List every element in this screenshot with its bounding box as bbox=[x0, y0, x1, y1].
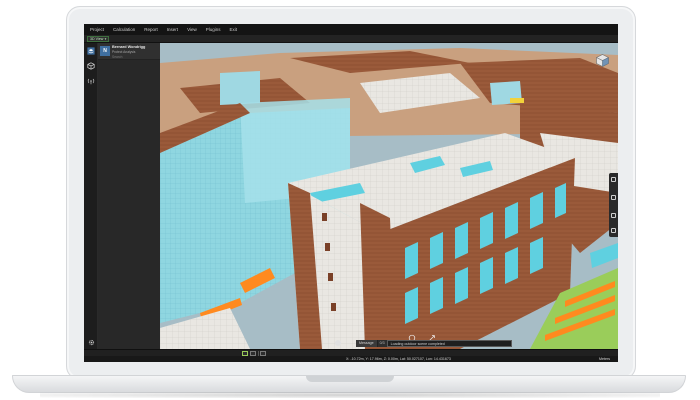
menu-insert[interactable]: Insert bbox=[167, 24, 178, 35]
units-selector[interactable]: Meters bbox=[599, 357, 610, 361]
navigation-cube-icon[interactable] bbox=[595, 53, 610, 68]
message-bar: Message 0/3 Loading outdoor scene comple… bbox=[356, 340, 512, 347]
menu-plugins[interactable]: Plugins bbox=[206, 24, 221, 35]
pan-icon[interactable] bbox=[611, 213, 616, 218]
cube-icon[interactable] bbox=[87, 62, 95, 70]
menu-report[interactable]: Report bbox=[144, 24, 158, 35]
coordinate-readout: X: -10.72m, Y: 17.96m, Z: 0.00m, Lat: 50… bbox=[346, 356, 451, 361]
view-selector[interactable]: 3D View ▼ bbox=[87, 36, 109, 42]
view-selector-label: 3D View bbox=[90, 37, 104, 41]
gear-icon[interactable] bbox=[88, 339, 95, 346]
status-bar: X: -10.72m, Y: 17.96m, Z: 0.00m, Lat: 50… bbox=[84, 356, 618, 362]
laptop-shadow bbox=[40, 392, 660, 398]
viewport-side-toolbar bbox=[609, 173, 618, 237]
message-count: 0/3 bbox=[377, 340, 387, 347]
menu-project[interactable]: Project bbox=[90, 24, 104, 35]
menu-exit[interactable]: Exit bbox=[230, 24, 238, 35]
signal-icon[interactable] bbox=[87, 77, 95, 85]
menu-calculation[interactable]: Calculation bbox=[113, 24, 135, 35]
laptop-notch bbox=[306, 376, 394, 382]
layers-icon[interactable] bbox=[87, 47, 95, 55]
icon-rail bbox=[84, 43, 98, 349]
project-subtitle: Protect Analysis bbox=[112, 50, 136, 54]
bottom-toolbar bbox=[84, 349, 618, 356]
app-screen: Project Calculation Report Insert View P… bbox=[84, 24, 618, 362]
project-name: Bernard Wondrigg bbox=[112, 45, 146, 49]
search-input[interactable]: Search bbox=[112, 55, 122, 59]
menu-bar: Project Calculation Report Insert View P… bbox=[84, 24, 618, 35]
fit-view-icon[interactable] bbox=[611, 228, 616, 233]
zoom-out-icon[interactable] bbox=[611, 195, 616, 200]
message-text: Loading outdoor scene completed bbox=[386, 340, 512, 347]
view-toolbar: 3D View ▼ bbox=[84, 35, 618, 43]
3d-viewport[interactable] bbox=[160, 43, 618, 349]
menu-view[interactable]: View bbox=[187, 24, 197, 35]
message-tab[interactable]: Message bbox=[356, 340, 378, 347]
building-model-render bbox=[160, 43, 618, 349]
project-header[interactable]: N Bernard Wondrigg Protect Analysis Sear… bbox=[98, 43, 160, 60]
zoom-in-icon[interactable] bbox=[611, 177, 616, 182]
project-panel: N Bernard Wondrigg Protect Analysis Sear… bbox=[98, 43, 160, 349]
chevron-down-icon: ▼ bbox=[104, 37, 107, 41]
project-logo: N bbox=[100, 46, 110, 56]
